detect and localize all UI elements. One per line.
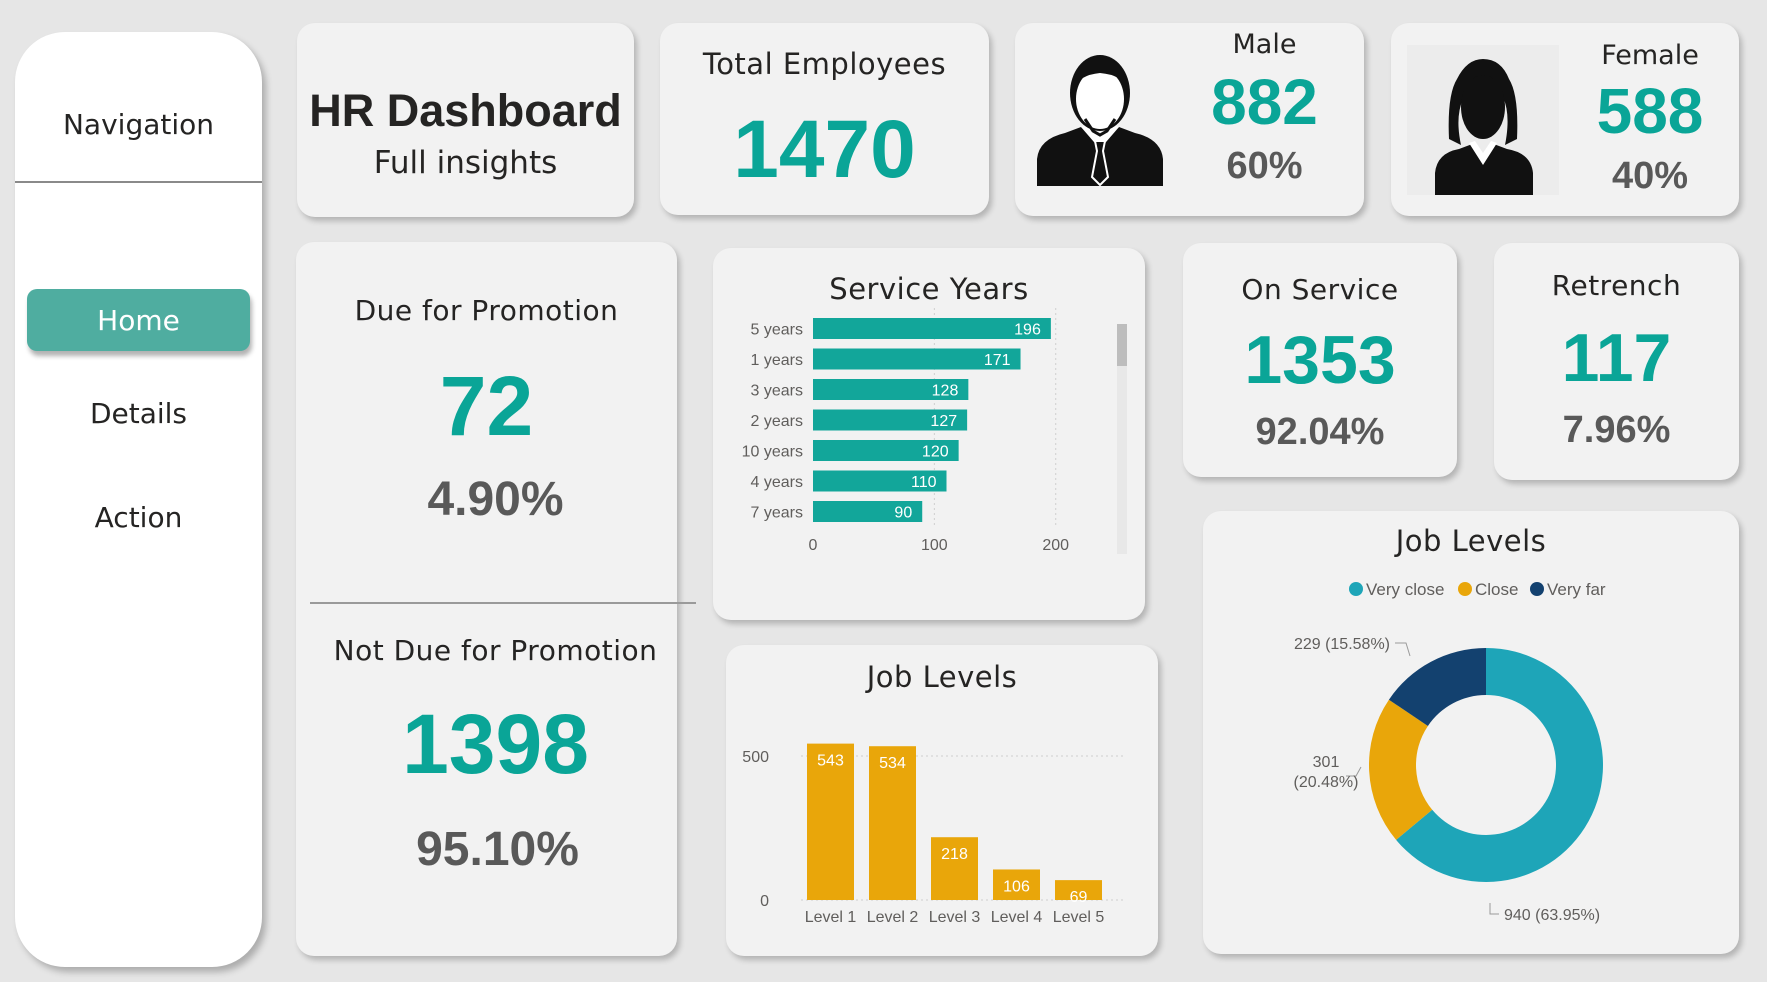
female-count: 588 xyxy=(1596,75,1704,147)
service-category-label: 7 years xyxy=(751,505,803,522)
male-count: 882 xyxy=(1211,66,1318,138)
service-bar-value-label: 196 xyxy=(1014,322,1041,339)
nav-home-button[interactable]: Home xyxy=(27,289,250,351)
job-levels-bar-value-label: 69 xyxy=(1070,889,1088,906)
service-category-label: 5 years xyxy=(751,322,803,339)
not-due-promotion-percent: 95.10% xyxy=(416,823,579,876)
service-bar-value-label: 110 xyxy=(911,474,937,491)
male-card: Male 882 60% xyxy=(1015,23,1364,216)
retrench-percent: 7.96% xyxy=(1562,409,1671,451)
service-x-tick-label: 200 xyxy=(1042,537,1069,554)
dashboard-title: HR Dashboard xyxy=(309,85,622,136)
service-scrollbar-thumb xyxy=(1117,324,1127,366)
due-promotion-label: Due for Promotion xyxy=(354,294,619,327)
male-percent: 60% xyxy=(1226,145,1303,187)
due-promotion-value: 72 xyxy=(439,359,534,453)
retrench-label: Retrench xyxy=(1551,269,1682,302)
service-bar-value-label: 120 xyxy=(922,444,949,461)
female-label: Female xyxy=(1601,40,1699,71)
navigation-divider xyxy=(15,181,262,183)
job-levels-donut-card: Job Levels Very close Close Very far 940 (6… xyxy=(1203,511,1739,954)
on-service-label: On Service xyxy=(1241,273,1399,306)
due-promotion-percent: 4.90% xyxy=(427,473,564,526)
job-levels-legend-label: Close xyxy=(1475,580,1518,599)
female-percent: 40% xyxy=(1611,155,1689,197)
service-years-card: Service Years 0 100 200 5 years 196 1 years 17… xyxy=(713,248,1145,620)
navigation-panel: Navigation Home Details Action xyxy=(15,32,262,967)
donut-leader-line xyxy=(1395,642,1411,657)
donut-leader-line xyxy=(1489,903,1499,915)
job-levels-category-label: Level 5 xyxy=(1053,909,1105,926)
job-levels-bar-value-label: 534 xyxy=(879,755,906,772)
dashboard-subtitle: Full insights xyxy=(373,145,558,181)
service-bar-value-label: 128 xyxy=(932,383,959,400)
service-category-label: 1 years xyxy=(751,352,803,369)
service-category-label: 10 years xyxy=(742,444,803,461)
job-levels-category-label: Level 3 xyxy=(929,909,981,926)
donut-data-label: (20.48%) xyxy=(1294,774,1359,791)
job-levels-legend-marker xyxy=(1530,582,1544,596)
title-card: HR Dashboard Full insights xyxy=(297,23,634,217)
donut-data-label: 940 (63.95%) xyxy=(1504,907,1600,924)
male-avatar-icon xyxy=(1037,55,1163,186)
service-bar-value-label: 171 xyxy=(984,352,1011,369)
not-due-promotion-label: Not Due for Promotion xyxy=(333,634,658,667)
service-x-tick-label: 0 xyxy=(809,537,818,554)
donut-data-label: 301 xyxy=(1313,754,1340,771)
job-levels-legend-label: Very far xyxy=(1547,580,1606,599)
job-levels-legend-marker xyxy=(1458,582,1472,596)
on-service-percent: 92.04% xyxy=(1255,411,1385,453)
female-card: Female 588 40% xyxy=(1391,23,1739,216)
retrench-value: 117 xyxy=(1561,320,1672,396)
job-levels-bar-value-label: 106 xyxy=(1003,878,1030,895)
service-category-label: 4 years xyxy=(751,474,803,491)
job-levels-category-label: Level 1 xyxy=(805,909,857,926)
total-employees-value: 1470 xyxy=(733,104,916,195)
job-levels-bar-chart: 0 500 543 Level 1 534 Level 2 218 Level 3 106 Lev… xyxy=(742,743,1126,926)
on-service-card: On Service 1353 92.04% xyxy=(1183,243,1457,477)
retrench-card: Retrench 117 7.96% xyxy=(1494,243,1739,480)
nav-details-button[interactable]: Details xyxy=(15,397,262,430)
job-levels-legend-marker xyxy=(1349,582,1363,596)
service-category-label: 2 years xyxy=(751,413,803,430)
service-category-label: 3 years xyxy=(751,383,803,400)
job-levels-donut-chart: Very close Close Very far 940 (63.95%) 301 (2… xyxy=(1294,580,1606,924)
male-label: Male xyxy=(1232,29,1297,60)
nav-action-button[interactable]: Action xyxy=(15,501,262,534)
total-employees-card: Total Employees 1470 xyxy=(660,23,989,215)
not-due-promotion-value: 1398 xyxy=(402,697,589,791)
female-avatar-icon xyxy=(1407,45,1559,195)
service-bar-value-label: 90 xyxy=(894,505,912,522)
job-levels-bar-card: Job Levels 0 500 543 Level 1 534 Level 2 218 Le… xyxy=(726,645,1158,956)
job-levels-y-tick-label: 500 xyxy=(742,749,769,766)
service-years-chart: 0 100 200 5 years 196 1 years 171 3 years 128 2 y… xyxy=(742,308,1127,554)
job-levels-legend-label: Very close xyxy=(1366,580,1444,599)
navigation-title: Navigation xyxy=(62,108,215,141)
promotion-divider xyxy=(310,602,696,604)
job-levels-category-label: Level 2 xyxy=(867,909,919,926)
job-levels-bar-value-label: 218 xyxy=(941,846,968,863)
on-service-value: 1353 xyxy=(1244,322,1396,398)
total-employees-label: Total Employees xyxy=(702,47,947,81)
promotion-card: Due for Promotion 72 4.90% Not Due for P… xyxy=(296,242,696,956)
service-x-tick-label: 100 xyxy=(921,537,948,554)
service-bar-value-label: 127 xyxy=(930,413,957,430)
job-levels-y-tick-label: 0 xyxy=(760,893,769,910)
donut-data-label: 229 (15.58%) xyxy=(1294,636,1390,653)
job-levels-bar-value-label: 543 xyxy=(817,753,844,770)
job-levels-category-label: Level 4 xyxy=(991,909,1043,926)
